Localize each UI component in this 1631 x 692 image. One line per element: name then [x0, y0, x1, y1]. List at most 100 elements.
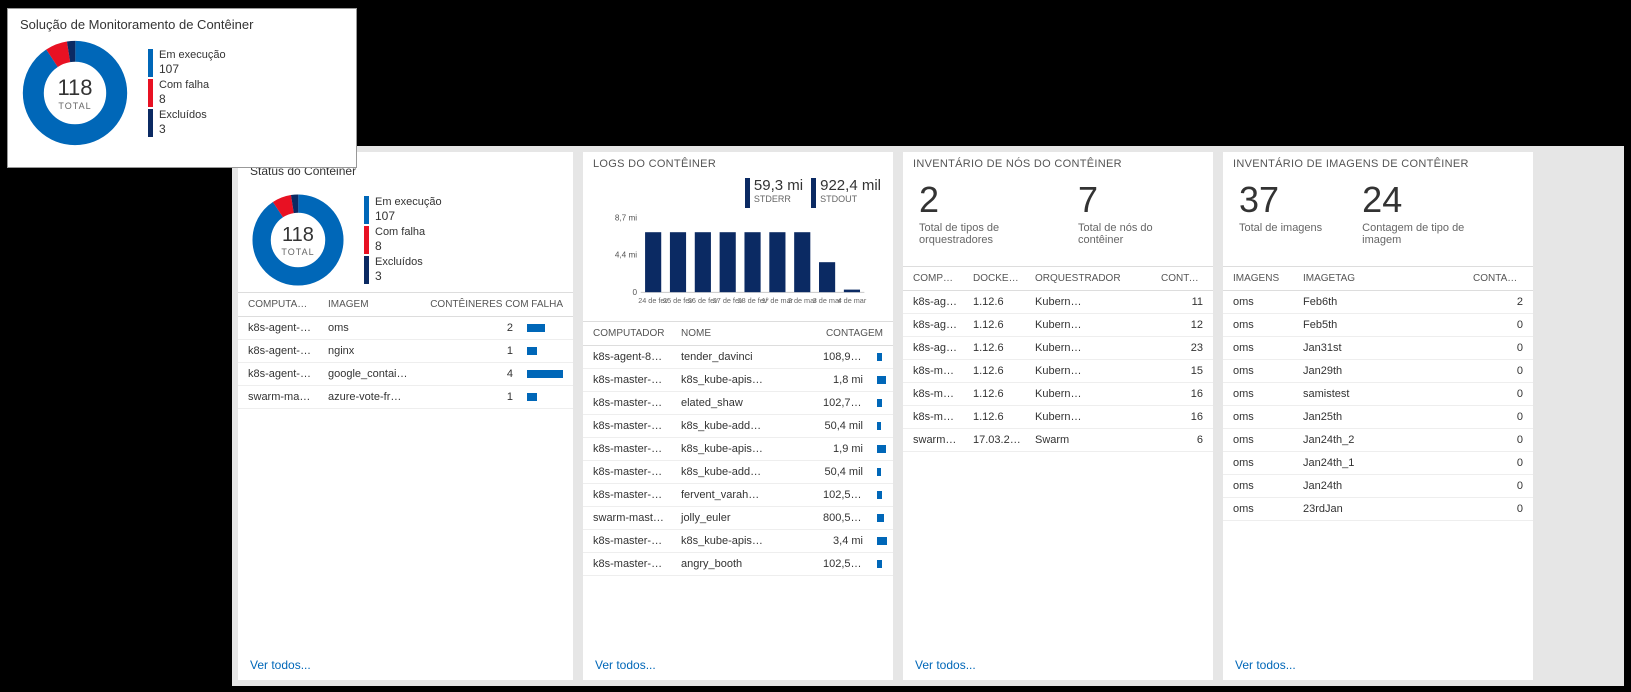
- table-row[interactable]: k8s-agent-8c…tender_davinci108,9 mil: [583, 346, 893, 369]
- kpi-label: Total de imagens: [1239, 222, 1322, 234]
- cell-image: oms: [1223, 406, 1293, 429]
- svg-text:0: 0: [633, 288, 638, 297]
- card1-total-label: TOTAL: [281, 247, 314, 257]
- table-row[interactable]: omsFeb5th0: [1223, 314, 1533, 337]
- cell-count: 15: [1151, 360, 1213, 383]
- cell-computer: k8s-master-8…: [583, 484, 671, 507]
- table-row[interactable]: omsJan24th_10: [1223, 452, 1533, 475]
- legend-color-bar: [148, 109, 153, 137]
- spark-bar-icon: [527, 393, 537, 401]
- table-row[interactable]: k8s-agent-8…nginx1: [238, 340, 573, 363]
- card1-col-image[interactable]: IMAGEM: [318, 293, 413, 317]
- cell-count: 102,5 mil: [813, 484, 873, 507]
- card4-col-images[interactable]: IMAGENS: [1223, 267, 1293, 291]
- card2-col-computer[interactable]: COMPUTADOR: [583, 322, 671, 346]
- table-row[interactable]: k8s-ag…1.12.6Kubern…11: [903, 291, 1213, 314]
- card3-see-all[interactable]: Ver todos...: [903, 652, 1213, 680]
- kpi: 2 Total de tipos de orquestradores: [919, 182, 1038, 246]
- table-row[interactable]: k8s-agent-8…google_contai…4: [238, 363, 573, 386]
- table-row[interactable]: omsJan24th0: [1223, 475, 1533, 498]
- spark-bar-icon: [877, 560, 882, 568]
- table-row[interactable]: k8s-master-8…k8s_kube-apis…1,8 mi: [583, 369, 893, 392]
- cell-computer: k8s-ma…: [903, 383, 963, 406]
- legend-item: Com falha8: [364, 226, 442, 254]
- dashboard-strip: Status do Contêiner 118 TOTAL Em execuçã…: [232, 146, 1624, 686]
- spark-bar-icon: [877, 399, 882, 407]
- card4-col-count[interactable]: CONTAGEM: [1463, 267, 1533, 291]
- cell-computer: k8s-master-8…: [583, 438, 671, 461]
- card3-col-orchestrator[interactable]: ORQUESTRADOR: [1025, 267, 1151, 291]
- card3-col-dockerver[interactable]: DOCKERVE…: [963, 267, 1025, 291]
- card2-col-count[interactable]: CONTAGEM: [813, 322, 893, 346]
- cell-image: oms: [1223, 475, 1293, 498]
- legend-item: Com falha8: [148, 79, 226, 107]
- cell-spark: [873, 553, 893, 576]
- cell-name: k8s_kube-apis…: [671, 369, 813, 392]
- card1-col-computer[interactable]: COMPUTADOR: [238, 293, 318, 317]
- cell-spark: [523, 386, 573, 409]
- table-row[interactable]: swarm-…17.03.2-…Swarm6: [903, 429, 1213, 452]
- cell-imagetag: Feb6th: [1293, 291, 1463, 314]
- table-row[interactable]: k8s-master-8…angry_booth102,5 mil: [583, 553, 893, 576]
- cell-spark: [873, 415, 893, 438]
- table-row[interactable]: k8s-master-8…fervent_varah…102,5 mil: [583, 484, 893, 507]
- kpi-value: 2: [919, 182, 1038, 218]
- table-row[interactable]: omsJan25th0: [1223, 406, 1533, 429]
- spark-bar-icon: [877, 353, 882, 361]
- popup-title: Solução de Monitoramento de Contêiner: [20, 17, 344, 32]
- table-row[interactable]: k8s-master-8…k8s_kube-apis…1,9 mi: [583, 438, 893, 461]
- legend-value: 107: [375, 209, 442, 223]
- card3-col-count[interactable]: CONTAGEM: [1151, 267, 1213, 291]
- card2-see-all[interactable]: Ver todos...: [583, 652, 893, 680]
- table-row[interactable]: k8s-ma…1.12.6Kubern…15: [903, 360, 1213, 383]
- metric-value: 59,3 mi: [754, 178, 803, 195]
- card4-col-imagetag[interactable]: IMAGETAG: [1293, 267, 1463, 291]
- table-row[interactable]: omssamistest0: [1223, 383, 1533, 406]
- table-row[interactable]: omsJan31st0: [1223, 337, 1533, 360]
- cell-name: angry_booth: [671, 553, 813, 576]
- table-row[interactable]: k8s-ma…1.12.6Kubern…16: [903, 383, 1213, 406]
- legend-item: Em execução107: [364, 196, 442, 224]
- svg-text:8,7 mi: 8,7 mi: [615, 214, 637, 222]
- cell-count: 2: [1463, 291, 1533, 314]
- popup-total-value: 118: [57, 75, 92, 101]
- table-row[interactable]: k8s-agent-8…oms2: [238, 317, 573, 340]
- table-row[interactable]: k8s-ag…1.12.6Kubern…12: [903, 314, 1213, 337]
- table-row[interactable]: omsJan29th0: [1223, 360, 1533, 383]
- table-row[interactable]: swarm-maste…azure-vote-fr…1: [238, 386, 573, 409]
- table-row[interactable]: k8s-ag…1.12.6Kubern…23: [903, 337, 1213, 360]
- card-node-inventory: INVENTÁRIO DE NÓS DO CONTÊINER 2Total de…: [903, 152, 1213, 680]
- card2-col-name[interactable]: NOME: [671, 322, 813, 346]
- legend-text: Em execução107: [159, 49, 226, 77]
- table-row[interactable]: swarm-maste…jolly_euler800,5 mil: [583, 507, 893, 530]
- cell-name: k8s_kube-apis…: [671, 438, 813, 461]
- table-row[interactable]: oms23rdJan0: [1223, 498, 1533, 521]
- card1-donut: 118 TOTAL: [250, 192, 346, 288]
- cell-image: azure-vote-fr…: [318, 386, 413, 409]
- spark-bar-icon: [527, 370, 563, 378]
- cell-computer: k8s-master-8…: [583, 553, 671, 576]
- legend-color-bar: [364, 196, 369, 224]
- card-container-logs: LOGS DO CONTÊINER 59,3 miSTDERR922,4 mil…: [583, 152, 893, 680]
- spark-bar-icon: [877, 445, 886, 453]
- log-metric: 922,4 milSTDOUT: [811, 178, 881, 208]
- card4-see-all[interactable]: Ver todos...: [1223, 652, 1533, 680]
- svg-text:4 de mar: 4 de mar: [838, 296, 867, 305]
- table-row[interactable]: omsFeb6th2: [1223, 291, 1533, 314]
- card1-col-failed[interactable]: CONTÊINERES COM FALHA: [413, 293, 573, 317]
- cell-dockerver: 1.12.6: [963, 360, 1025, 383]
- table-row[interactable]: k8s-master-8…k8s_kube-add…50,4 mil: [583, 461, 893, 484]
- cell-spark: [523, 363, 573, 386]
- table-row[interactable]: k8s-master-8…k8s_kube-add…50,4 mil: [583, 415, 893, 438]
- card3-table: COMPUTA… DOCKERVE… ORQUESTRADOR CONTAGEM…: [903, 266, 1213, 652]
- cell-imagetag: Jan24th_2: [1293, 429, 1463, 452]
- cell-orchestrator: Kubern…: [1025, 406, 1151, 429]
- kpi-label: Total de tipos de orquestradores: [919, 222, 1038, 246]
- table-row[interactable]: k8s-master-8…elated_shaw102,7 mil: [583, 392, 893, 415]
- table-row[interactable]: k8s-master-8…k8s_kube-apis…3,4 mi: [583, 530, 893, 553]
- card3-col-computer[interactable]: COMPUTA…: [903, 267, 963, 291]
- table-row[interactable]: k8s-ma…1.12.6Kubern…16: [903, 406, 1213, 429]
- cell-imagetag: Jan24th: [1293, 475, 1463, 498]
- card1-see-all[interactable]: Ver todos...: [238, 652, 573, 680]
- table-row[interactable]: omsJan24th_20: [1223, 429, 1533, 452]
